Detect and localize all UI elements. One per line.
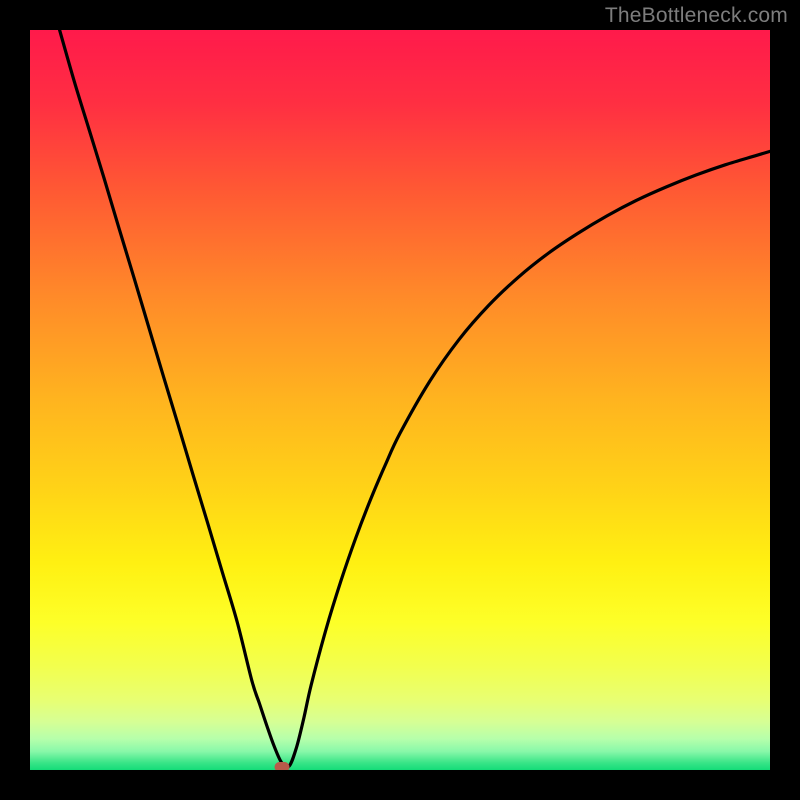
bottleneck-curve: [30, 30, 770, 770]
optimum-marker: [274, 762, 289, 770]
watermark-text: TheBottleneck.com: [605, 4, 788, 28]
chart-stage: TheBottleneck.com: [0, 0, 800, 800]
plot-area: [30, 30, 770, 770]
